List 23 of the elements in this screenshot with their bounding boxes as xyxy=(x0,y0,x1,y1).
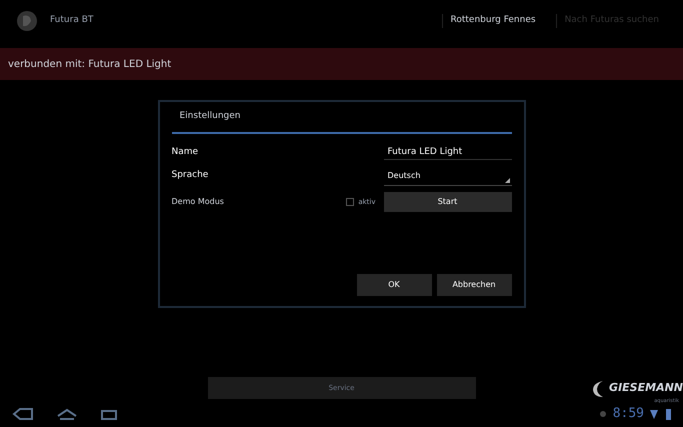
action-button[interactable]: Rottenburg Fennes xyxy=(442,14,544,28)
dialog-button[interactable]: OK xyxy=(356,274,432,296)
connection-banner: verbunden mit: Futura LED Light xyxy=(0,48,683,80)
start-button[interactable]: Start xyxy=(384,192,512,212)
dialog-button[interactable]: Abbrechen xyxy=(436,274,512,296)
dialog-title: Einstellungen xyxy=(180,110,241,124)
demo-mode-label: Demo Modus xyxy=(172,196,224,208)
dropdown-corner-icon xyxy=(504,178,510,183)
home-icon[interactable] xyxy=(56,408,78,420)
app-title: Futura BT xyxy=(50,14,94,28)
app-icon xyxy=(16,10,38,32)
name-field[interactable]: Futura LED Light xyxy=(384,146,512,160)
back-icon[interactable] xyxy=(12,408,34,420)
name-label: Name xyxy=(172,146,198,160)
clock: 8:59 xyxy=(612,405,644,424)
battery-icon xyxy=(666,408,671,420)
recent-apps-icon[interactable] xyxy=(100,408,118,420)
logo-icon xyxy=(591,380,606,398)
demo-checkbox[interactable] xyxy=(346,198,354,206)
brand-logo-text: GIESEMANN xyxy=(609,380,683,396)
language-dropdown[interactable]: Deutsch xyxy=(384,166,512,186)
signal-icon xyxy=(650,408,660,420)
language-label: Sprache xyxy=(172,169,208,182)
